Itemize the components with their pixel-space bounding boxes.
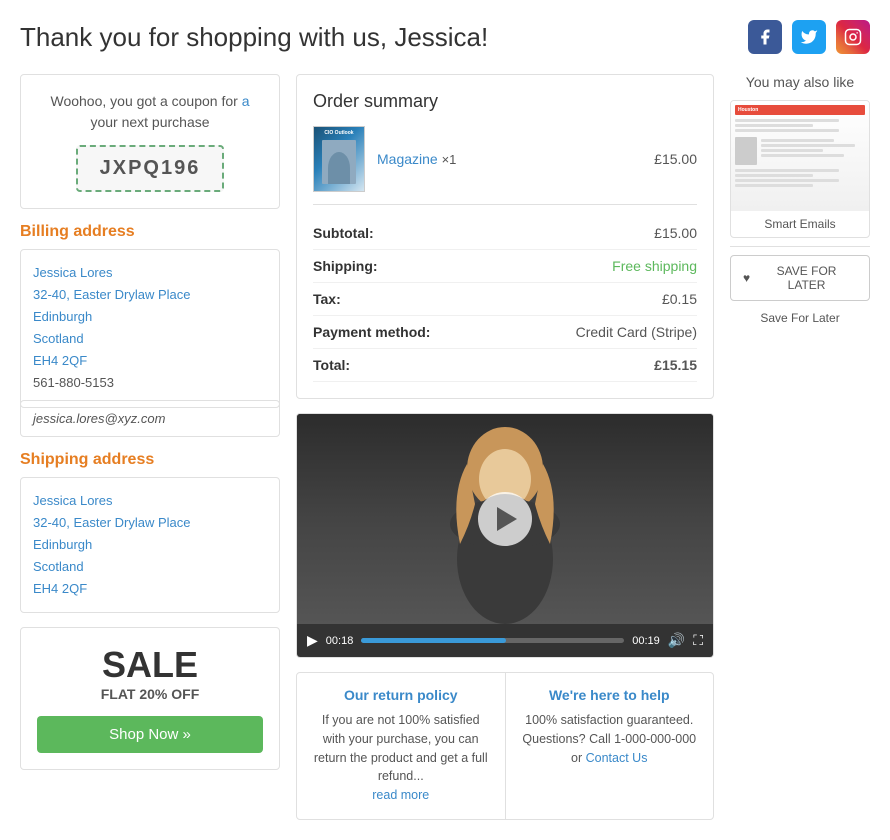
shipping-title: Shipping address xyxy=(20,451,280,469)
help-col: We're here to help 100% satisfaction gua… xyxy=(506,673,714,819)
billing-title: Billing address xyxy=(20,223,280,241)
progress-fill xyxy=(361,638,506,643)
billing-address: Jessica Lores 32-40, Easter Drylaw Place… xyxy=(20,249,280,408)
current-time: 00:18 xyxy=(326,635,354,647)
shipping-section: Shipping address Jessica Lores 32-40, Ea… xyxy=(20,451,280,613)
magazine-thumbnail: CIO Outlook xyxy=(313,126,365,192)
summary-row-shipping: Shipping: Free shipping xyxy=(313,250,697,283)
sale-box: SALE FLAT 20% OFF Shop Now » xyxy=(20,627,280,770)
play-button[interactable] xyxy=(478,492,532,546)
save-later-btn-label: SAVE FOR LATER xyxy=(756,264,857,292)
shipping-region: Scotland xyxy=(33,556,267,578)
video-container[interactable]: ▶ 00:18 00:19 🔊 ⛶ xyxy=(296,413,714,658)
play-pause-button[interactable]: ▶ xyxy=(307,632,318,649)
billing-region: Scotland xyxy=(33,328,267,350)
product-label: Smart Emails xyxy=(731,211,869,237)
shipping-name: Jessica Lores xyxy=(33,490,267,512)
order-summary-title: Order summary xyxy=(313,91,697,112)
save-for-later-button[interactable]: ♥ SAVE FOR LATER xyxy=(730,255,870,301)
twitter-icon[interactable] xyxy=(792,20,826,54)
info-row: Our return policy If you are not 100% sa… xyxy=(296,672,714,820)
billing-postcode: EH4 2QF xyxy=(33,350,267,372)
volume-icon[interactable]: 🔊 xyxy=(668,632,685,649)
item-qty: ×1 xyxy=(442,152,457,167)
fullscreen-icon[interactable]: ⛶ xyxy=(693,632,703,649)
shipping-address: Jessica Lores 32-40, Easter Drylaw Place… xyxy=(20,477,280,613)
order-summary-box: Order summary CIO Outlook xyxy=(296,74,714,399)
billing-address1: 32-40, Easter Drylaw Place xyxy=(33,284,267,306)
coupon-text: Woohoo, you got a coupon for a your next… xyxy=(37,91,263,133)
progress-bar[interactable] xyxy=(361,638,624,643)
facebook-icon[interactable] xyxy=(748,20,782,54)
billing-city: Edinburgh xyxy=(33,306,267,328)
instagram-icon[interactable] xyxy=(836,20,870,54)
contact-us-link[interactable]: Contact Us xyxy=(586,751,648,765)
coupon-code: JXPQ196 xyxy=(76,145,225,192)
save-later-label: Save For Later xyxy=(730,311,870,325)
page-title: Thank you for shopping with us, Jessica! xyxy=(20,22,488,53)
left-panel: Woohoo, you got a coupon for a your next… xyxy=(20,74,280,820)
read-more-link[interactable]: read more xyxy=(372,788,429,802)
you-may-like-title: You may also like xyxy=(730,74,870,90)
summary-row-tax: Tax: £0.15 xyxy=(313,283,697,316)
return-policy-title: Our return policy xyxy=(313,687,489,703)
divider xyxy=(730,246,870,247)
order-item: CIO Outlook Magazine ×1 £15.00 xyxy=(313,126,697,205)
sale-subtitle: FLAT 20% OFF xyxy=(37,686,263,702)
return-policy-text: If you are not 100% satisfied with your … xyxy=(313,711,489,805)
billing-name: Jessica Lores xyxy=(33,262,267,284)
summary-rows: Subtotal: £15.00 Shipping: Free shipping… xyxy=(313,217,697,382)
video-area[interactable] xyxy=(297,414,713,624)
billing-phone: 561-880-5153 xyxy=(33,372,267,394)
billing-section: Billing address Jessica Lores 32-40, Eas… xyxy=(20,223,280,437)
total-time: 00:19 xyxy=(632,635,660,647)
item-price: £15.00 xyxy=(654,151,697,167)
summary-row-subtotal: Subtotal: £15.00 xyxy=(313,217,697,250)
help-title: We're here to help xyxy=(522,687,698,703)
billing-email: jessica.lores@xyz.com xyxy=(20,400,280,437)
help-text: 100% satisfaction guaranteed. Questions?… xyxy=(522,711,698,767)
summary-row-total: Total: £15.15 xyxy=(313,349,697,382)
video-controls: ▶ 00:18 00:19 🔊 ⛶ xyxy=(297,624,713,657)
coupon-link[interactable]: a xyxy=(242,93,250,109)
summary-row-payment: Payment method: Credit Card (Stripe) xyxy=(313,316,697,349)
play-icon xyxy=(497,507,517,531)
return-policy-col: Our return policy If you are not 100% sa… xyxy=(297,673,506,819)
social-icons xyxy=(748,20,870,54)
coupon-box: Woohoo, you got a coupon for a your next… xyxy=(20,74,280,209)
shipping-city: Edinburgh xyxy=(33,534,267,556)
right-panel: You may also like Houston xyxy=(730,74,870,820)
sale-title: SALE xyxy=(37,644,263,686)
center-panel: Order summary CIO Outlook xyxy=(296,74,714,820)
shipping-address1: 32-40, Easter Drylaw Place xyxy=(33,512,267,534)
shop-now-button[interactable]: Shop Now » xyxy=(37,716,263,753)
product-thumbnail: Houston xyxy=(730,100,870,238)
shipping-postcode: EH4 2QF xyxy=(33,578,267,600)
item-name: Magazine xyxy=(377,151,438,167)
heart-icon: ♥ xyxy=(743,271,750,285)
